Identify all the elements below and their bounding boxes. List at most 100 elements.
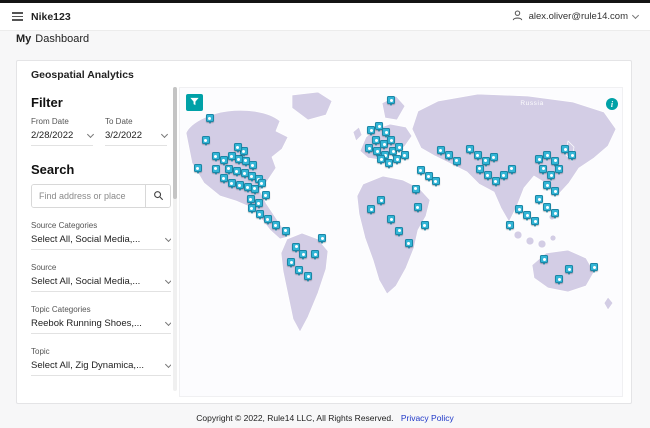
scrollbar-thumb[interactable]: [173, 87, 177, 199]
map-pin[interactable]: [400, 151, 409, 161]
map-pin[interactable]: [568, 151, 577, 161]
map-pin[interactable]: [304, 272, 313, 282]
hamburger-menu-icon[interactable]: [12, 12, 23, 21]
topic-select[interactable]: Select All, Zig Dynamica,...: [31, 360, 171, 376]
user-menu[interactable]: alex.oliver@rule14.com: [511, 9, 640, 25]
map-pin[interactable]: [515, 205, 524, 215]
map-pin[interactable]: [505, 221, 514, 231]
privacy-policy-link[interactable]: Privacy Policy: [401, 413, 454, 423]
map-pin[interactable]: [540, 255, 549, 265]
source-categories-select[interactable]: Select All, Social Media,...: [31, 234, 171, 250]
map-pin[interactable]: [365, 144, 374, 154]
map-pin[interactable]: [565, 265, 574, 275]
source-select[interactable]: Select All, Social Media,...: [31, 276, 171, 292]
map-pin[interactable]: [420, 221, 429, 231]
map-pin[interactable]: [535, 155, 544, 165]
map-pin[interactable]: [543, 203, 552, 213]
map-pin[interactable]: [555, 275, 564, 285]
map-pin[interactable]: [248, 161, 257, 171]
sidebar-scrollbar[interactable]: [173, 87, 177, 391]
map-pin[interactable]: [387, 96, 396, 106]
map-pin[interactable]: [372, 136, 381, 146]
to-date-select[interactable]: 3/2/2022: [105, 130, 169, 146]
map-pin[interactable]: [523, 211, 532, 221]
map-pin[interactable]: [287, 258, 296, 268]
map-pin[interactable]: [543, 151, 552, 161]
map-pin[interactable]: [555, 164, 564, 175]
map-pin[interactable]: [499, 171, 508, 181]
map-pin[interactable]: [590, 263, 599, 273]
map-pin[interactable]: [377, 155, 386, 165]
map-pin[interactable]: [201, 136, 210, 146]
map-pin[interactable]: [393, 155, 402, 165]
map-pin[interactable]: [211, 152, 220, 162]
map-pin[interactable]: [385, 159, 394, 169]
map-pin[interactable]: [535, 195, 544, 205]
map-pin[interactable]: [465, 145, 474, 155]
map-pin[interactable]: [271, 221, 280, 231]
map-pin[interactable]: [255, 210, 264, 220]
map-pin[interactable]: [452, 156, 461, 167]
map-pin[interactable]: [205, 114, 214, 124]
map-pin[interactable]: [489, 153, 498, 163]
map-pin[interactable]: [543, 181, 552, 191]
map-pin[interactable]: [395, 226, 403, 237]
map-pin[interactable]: [491, 177, 500, 187]
map-pin[interactable]: [232, 167, 241, 177]
map-pin[interactable]: [387, 136, 396, 146]
breadcrumb-dashboard: Dashboard: [35, 33, 90, 45]
map-pin[interactable]: [257, 179, 266, 189]
map-pin[interactable]: [411, 184, 420, 195]
topic-categories-select[interactable]: Reebok Running Shoes,...: [31, 318, 171, 334]
map-pin[interactable]: [281, 226, 290, 237]
map-pin[interactable]: [211, 164, 220, 175]
search-button[interactable]: [145, 185, 170, 207]
map-pin[interactable]: [431, 177, 440, 187]
map-pin[interactable]: [295, 266, 304, 276]
map-pin[interactable]: [219, 156, 228, 166]
geospatial-map[interactable]: Russia i: [179, 87, 623, 397]
map-pin[interactable]: [233, 143, 242, 153]
search-input[interactable]: [32, 185, 145, 207]
map-pin[interactable]: [377, 196, 386, 206]
map-pin[interactable]: [247, 204, 256, 214]
map-pin[interactable]: [235, 181, 244, 191]
map-pin[interactable]: [531, 217, 540, 227]
map-pin[interactable]: [246, 195, 255, 205]
map-pin[interactable]: [475, 164, 484, 175]
map-pin[interactable]: [413, 203, 422, 213]
map-pin[interactable]: [436, 146, 445, 156]
map-pin[interactable]: [254, 199, 263, 209]
map-pin[interactable]: [227, 179, 236, 189]
map-pin[interactable]: [311, 250, 320, 260]
map-pin[interactable]: [219, 174, 228, 184]
map-pin[interactable]: [547, 171, 556, 181]
map-pin[interactable]: [261, 191, 270, 201]
map-pin[interactable]: [299, 250, 308, 260]
map-pin[interactable]: [387, 215, 396, 225]
lexicon-categories-select[interactable]: Lexicon Categories: [31, 393, 171, 395]
map-pin[interactable]: [367, 205, 376, 215]
map-pin[interactable]: [551, 187, 560, 197]
map-pin[interactable]: [367, 126, 376, 136]
map-pin[interactable]: [444, 151, 453, 161]
map-pin[interactable]: [224, 164, 233, 175]
map-pin[interactable]: [539, 164, 548, 175]
map-pin[interactable]: [507, 164, 516, 175]
map-pin[interactable]: [483, 171, 492, 181]
from-date-select[interactable]: 2/28/2022: [31, 130, 95, 146]
map-pin[interactable]: [416, 166, 425, 176]
map-pin[interactable]: [382, 128, 391, 138]
map-pin[interactable]: [481, 156, 490, 167]
map-pin[interactable]: [263, 215, 272, 225]
map-pin[interactable]: [318, 234, 327, 244]
map-pin[interactable]: [404, 239, 413, 249]
map-pin[interactable]: [551, 156, 560, 167]
map-pin[interactable]: [395, 143, 403, 153]
map-pin[interactable]: [193, 164, 202, 174]
map-pin[interactable]: [373, 147, 382, 157]
map-pin[interactable]: [551, 209, 560, 219]
map-filter-button[interactable]: [186, 94, 203, 111]
map-info-icon[interactable]: i: [606, 98, 618, 110]
map-pin[interactable]: [473, 151, 482, 161]
